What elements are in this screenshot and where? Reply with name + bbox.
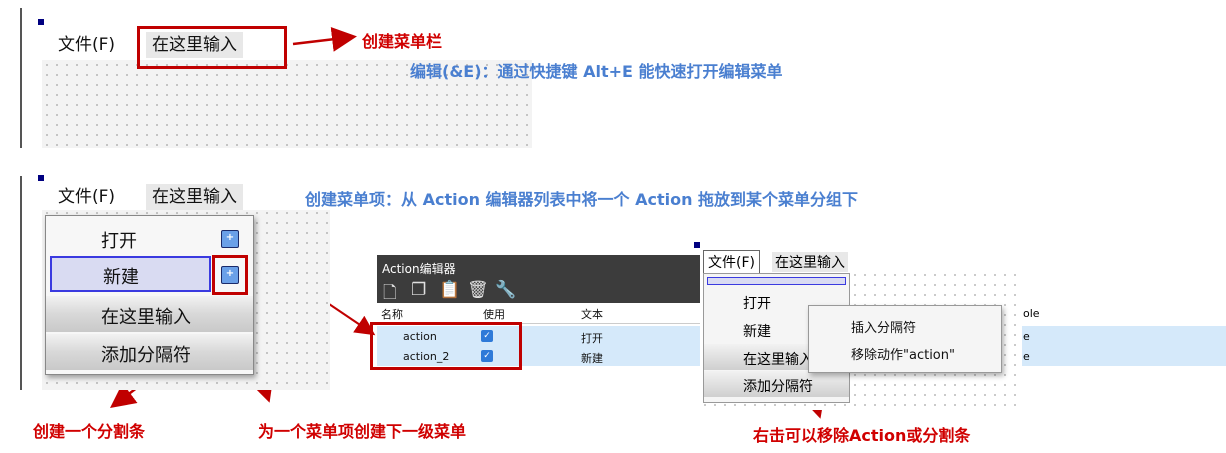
menu-item-label: 打开 <box>101 231 137 252</box>
right-col-cell: e <box>1023 330 1030 343</box>
right-col-cell: e <box>1023 350 1030 363</box>
form-edge <box>20 8 22 148</box>
annotation-shortcut: 编辑(&E)：通过快捷键 Alt+E 能快速打开编辑菜单 <box>410 62 783 81</box>
copy-icon[interactable]: ❐ <box>411 280 430 300</box>
annotation-create-item-text: 创建菜单项：从 Action 编辑器列表中将一个 Action 拖放到某个菜单分… <box>305 190 859 209</box>
menu-type-here[interactable]: 在这里输入 <box>772 252 848 272</box>
menu-item-label[interactable]: 打开 <box>743 293 771 313</box>
menu-item-label: 新建 <box>103 267 139 288</box>
paste-icon[interactable]: 📋 <box>439 280 464 300</box>
configure-icon[interactable]: 🔧 <box>495 280 520 300</box>
col-name[interactable]: 名称 <box>381 306 403 322</box>
right-col-header: ole <box>1023 307 1040 320</box>
context-remove-action[interactable]: 移除动作"action" <box>851 344 955 363</box>
action-editor-title: Action编辑器 <box>382 262 456 276</box>
menu-item-type-here[interactable]: 在这里输入 <box>46 296 253 332</box>
annotation-submenu: 为一个菜单项创建下一级菜单 <box>258 422 467 441</box>
menu-item-open[interactable]: 打开 + <box>46 220 253 256</box>
annotation-create-menubar: 创建菜单栏 <box>362 32 443 51</box>
menu-item-label: 添加分隔符 <box>743 379 813 395</box>
context-insert-separator[interactable]: 插入分隔符 <box>851 317 916 336</box>
action-editor-title-bar: Action编辑器 <box>377 255 701 277</box>
action-text: 新建 <box>581 352 603 365</box>
form-edge <box>20 176 22 390</box>
action-rows-highlight <box>370 322 522 370</box>
menu-item-label[interactable]: 新建 <box>743 321 771 341</box>
context-menu: 插入分隔符 移除动作"action" <box>808 305 1002 373</box>
table-row: e <box>1020 326 1226 346</box>
delete-icon[interactable]: 🗑 <box>467 280 493 300</box>
annotation-separator: 创建一个分割条 <box>33 422 146 441</box>
action-text: 打开 <box>581 332 603 345</box>
right-table-strip: ole e e <box>1020 303 1226 367</box>
menu-item-add-separator[interactable]: 添加分隔符 <box>46 334 253 370</box>
submenu-icon[interactable]: + <box>221 230 239 248</box>
selection-handle <box>38 175 44 181</box>
dropdown-menu: 打开 + 新建 + 在这里输入 添加分隔符 <box>45 215 254 375</box>
selection-handle <box>694 242 700 248</box>
submenu-icon-highlight <box>212 255 248 295</box>
col-text[interactable]: 文本 <box>581 306 603 322</box>
menu-item-label: 在这里输入 <box>101 307 191 328</box>
menu-item-label: 添加分隔符 <box>101 345 191 366</box>
menubar <box>42 30 532 60</box>
annotation-remove: 右击可以移除Action或分割条 <box>753 426 971 445</box>
annotation-create-item: 创建菜单项：从 Action 编辑器列表中将一个 Action 拖放到某个菜单分… <box>305 186 858 210</box>
menu-item-label: 在这里输入 <box>743 352 813 368</box>
selection-handle <box>38 19 44 25</box>
col-used[interactable]: 使用 <box>483 306 505 322</box>
action-table-header: 名称 使用 文本 <box>377 303 701 324</box>
menu-file[interactable]: 文件(F) <box>58 184 115 210</box>
table-row: e <box>1020 346 1226 366</box>
menu-file[interactable]: 文件(F) <box>58 32 115 58</box>
menu-type-here[interactable]: 在这里输入 <box>146 184 243 210</box>
menubar-highlight <box>137 26 287 69</box>
menu-item-add-separator[interactable]: 添加分隔符 <box>704 371 849 397</box>
action-editor-toolbar: 🗋 ❐ 📋 🗑 🔧 <box>377 277 701 303</box>
menu-file[interactable]: 文件(F) <box>703 250 760 274</box>
menu-item-new[interactable]: 新建 <box>50 256 211 292</box>
separator-selected[interactable] <box>707 277 846 285</box>
